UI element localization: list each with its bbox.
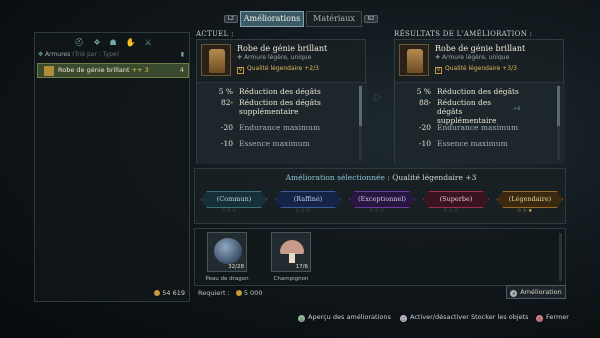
result-stats: 5 % Réduction des dégâts 88* Réduction des… [395,82,565,164]
upgrade-button[interactable]: ✕ Amélioration [506,285,566,299]
material-name: Champignon [273,276,309,282]
item-count: 4 [179,66,184,74]
close-hint[interactable]: ○ Fermer [536,313,569,322]
l2-key-hint: L2 [224,15,238,23]
armor-type-icon: ✚ [237,54,243,61]
material-dragon-skin[interactable]: 32/28 [207,232,247,272]
tier-stars-icon: ☆☆☆ [221,208,238,214]
material-name: Peau de dragon [205,276,249,282]
tab-upgrades[interactable]: Améliorations [240,11,304,27]
tier-common[interactable]: (Commun) [201,191,267,208]
helmet-icon[interactable]: ⛑ [74,38,84,47]
tier-stars-icon: ☆☆☆ [443,208,460,214]
gold-amount: 54 619 [162,289,185,297]
item-name-text: Robe de génie brillant [58,66,130,74]
upgrade-level: 3 [144,66,149,74]
tier-track: (Commun) (Raffiné) (Exceptionnel) (Super… [199,191,563,214]
result-scrollbar[interactable] [557,86,560,160]
mushroom-icon [280,240,304,263]
current-header: ACTUEL : [196,30,234,38]
category-filter: ⛑ ❖ ☗ ✋ ⚔ [35,38,191,47]
dragon-skin-icon [214,238,242,264]
robe-portrait [399,44,429,76]
result-title: Robe de génie brillant [435,44,526,53]
current-card: Robe de génie brillant ✚ Armure légère, … [196,39,367,164]
robe-icon [44,66,54,76]
sort-label[interactable]: (Trié par : Type) [72,51,119,58]
tier-exceptional[interactable]: (Exceptionnel) [349,191,415,208]
quality-badge-icon: V [237,67,244,74]
current-title: Robe de génie brillant [237,44,328,53]
result-header: RÉSULTATS DE L'AMÉLIORATION : [394,30,533,38]
required-amount: 5 000 [243,289,263,297]
chest-icon[interactable]: ❖ [93,38,100,47]
selected-upgrade-label: Amélioration sélectionnée : Qualité lége… [285,173,477,182]
result-subtitle: ✚ Armure légère, unique [435,54,510,61]
upgrade-arrows: ++ [131,66,143,74]
material-count: 17/6 [295,264,308,270]
tier-stars-icon: ☆☆☆ [295,208,312,214]
upgrade-tier-panel: Amélioration sélectionnée : Qualité lége… [194,168,566,224]
compare-arrow-icon: ▷ [374,92,382,103]
material-count: 32/28 [228,264,244,270]
toggle-store-hint[interactable]: □ Activer/désactiver Stocker les objets [400,313,529,322]
item-name: Robe de génie brillant ++ 3 [58,66,149,74]
armor-type-icon: ✚ [435,54,441,61]
circle-button-icon: ○ [536,315,543,322]
stat-bonus: +6 [513,106,521,112]
tier-stars-icon: ☆☆★ [517,208,534,214]
category-label: Armures [44,51,71,58]
material-mushroom[interactable]: 17/6 [271,232,311,272]
inventory-item-robe[interactable]: Robe de génie brillant ++ 3 4 [37,63,189,78]
required-cost: Requiert : 5 000 [198,289,262,297]
mask-icon[interactable]: ☗ [110,38,117,47]
result-card: Robe de génie brillant ✚ Armure légère, … [394,39,565,164]
quality-badge-icon: V [435,67,442,74]
square-button-icon: □ [400,315,407,322]
coin-icon [235,290,242,296]
result-quality: V Qualité légendaire +3/3 [435,65,517,74]
triangle-button-icon: △ [298,315,305,322]
sort-row: ✥ Armures (Trié par : Type) ▮ [38,51,188,58]
gauntlet-icon[interactable]: ✋ [126,38,136,47]
current-stats: 5 % Réduction des dégâts 82* Réduction des… [197,82,367,164]
current-subtitle: ✚ Armure légère, unique [237,54,312,61]
materials-panel: 32/28 Peau de dragon 17/6 Champignon [194,228,566,286]
armor-category-icon: ✥ [38,51,44,58]
lock-icon: ▮ [180,51,184,58]
tab-materials[interactable]: Matériaux [306,11,362,27]
preview-upgrades-hint[interactable]: △ Aperçu des améliorations [298,313,391,322]
tier-superb[interactable]: (Superbe) [423,191,489,208]
inventory-panel: ⛑ ❖ ☗ ✋ ⚔ ✥ Armures (Trié par : Type) ▮ … [34,32,190,302]
materials-scrollbar[interactable] [559,233,562,281]
current-quality: V Qualité légendaire +2/3 [237,65,319,74]
tier-refined[interactable]: (Raffiné) [275,191,341,208]
tier-stars-icon: ☆☆☆ [369,208,386,214]
gold-total: 54 619 [154,289,185,297]
robe-portrait [201,44,231,76]
tier-legendary[interactable]: (Légendaire) [497,191,563,208]
r2-key-hint: R2 [364,15,378,23]
coin-icon [154,290,161,296]
current-scrollbar[interactable] [359,86,362,160]
sword-icon[interactable]: ⚔ [145,38,152,47]
required-label: Requiert : [198,289,230,297]
cross-button-icon: ✕ [510,290,518,297]
